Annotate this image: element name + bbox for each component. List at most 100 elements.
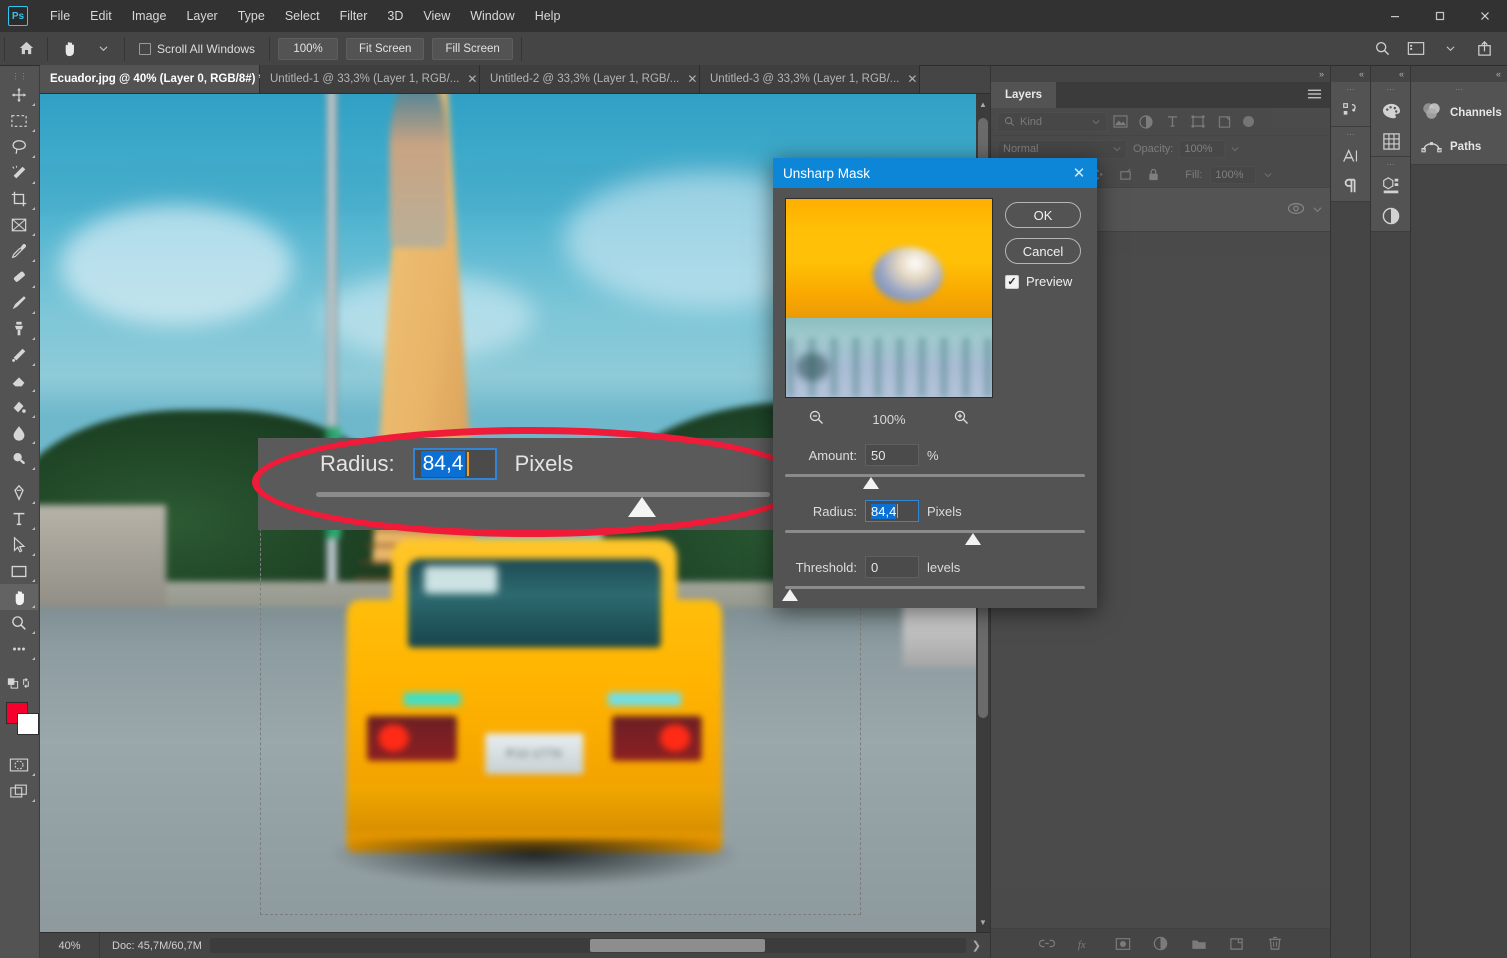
slider-knob[interactable] <box>863 477 879 489</box>
filter-toggle[interactable] <box>1243 116 1254 127</box>
scrollbar-thumb[interactable] <box>590 939 765 952</box>
menu-filter[interactable]: Filter <box>330 0 378 32</box>
ok-button[interactable]: OK <box>1005 202 1081 228</box>
radius-input[interactable]: 84,4 <box>865 500 919 522</box>
rectangular-marquee-tool[interactable] <box>0 108 38 134</box>
minimize-button[interactable] <box>1372 0 1417 32</box>
zoom-tool[interactable] <box>0 610 38 636</box>
blend-mode-select[interactable]: Normal <box>997 140 1127 159</box>
hand-tool[interactable] <box>0 584 38 610</box>
menu-edit[interactable]: Edit <box>80 0 122 32</box>
workspace-chevron-down-icon[interactable] <box>1433 34 1467 64</box>
dock-collapse-icon[interactable]: « <box>1331 66 1370 82</box>
eyedropper-tool[interactable] <box>0 238 38 264</box>
menu-view[interactable]: View <box>413 0 460 32</box>
new-layer-icon[interactable] <box>1227 934 1247 954</box>
menu-help[interactable]: Help <box>525 0 571 32</box>
radius-slider[interactable] <box>785 526 1085 548</box>
menu-select[interactable]: Select <box>275 0 330 32</box>
close-button[interactable] <box>1462 0 1507 32</box>
magic-wand-tool[interactable] <box>0 160 38 186</box>
lock-artboard-icon[interactable] <box>1115 166 1135 184</box>
delete-layer-icon[interactable] <box>1265 934 1285 954</box>
preview-checkbox[interactable]: ✓ Preview <box>1005 274 1085 289</box>
paragraph-icon[interactable] <box>1331 171 1371 201</box>
dock-grip[interactable]: ⋯ <box>1371 82 1410 96</box>
close-tab-icon[interactable]: ✕ <box>687 72 697 86</box>
fit-screen-button[interactable]: Fit Screen <box>346 38 424 60</box>
status-zoom-level[interactable]: 40% <box>40 933 100 958</box>
brush-tool[interactable] <box>0 290 38 316</box>
menu-image[interactable]: Image <box>122 0 177 32</box>
layer-chevron-down-icon[interactable] <box>1313 203 1322 217</box>
dock-grip[interactable]: ⋯ <box>1371 157 1410 171</box>
close-tab-icon[interactable]: ✕ <box>907 72 917 86</box>
scroll-all-windows-checkbox[interactable]: Scroll All Windows <box>129 42 265 56</box>
fill-screen-button[interactable]: Fill Screen <box>432 38 512 60</box>
threshold-slider[interactable] <box>785 582 1085 604</box>
document-tab-untitled-1[interactable]: Untitled-1 @ 33,3% (Layer 1, RGB/... ✕ <box>260 65 480 93</box>
toolbar-grip[interactable]: ⋮⋮ <box>0 70 39 82</box>
eye-icon[interactable] <box>1287 202 1305 218</box>
menu-window[interactable]: Window <box>460 0 524 32</box>
menu-layer[interactable]: Layer <box>176 0 227 32</box>
color-swatches[interactable] <box>0 700 38 744</box>
lock-all-icon[interactable] <box>1143 166 1163 184</box>
zoom-out-icon[interactable] <box>808 409 825 429</box>
color-grid-icon[interactable] <box>1371 126 1411 156</box>
add-layer-style-icon[interactable]: fx <box>1075 934 1095 954</box>
hand-tool-icon[interactable] <box>52 34 86 64</box>
adjustments-icon[interactable] <box>1371 201 1411 231</box>
type-tool[interactable] <box>0 506 38 532</box>
smart-object-filter-icon[interactable] <box>1211 111 1237 133</box>
document-tab-untitled-2[interactable]: Untitled-2 @ 33,3% (Layer 1, RGB/... ✕ <box>480 65 700 93</box>
status-doc-info[interactable]: Doc: 45,7M/60,7M <box>100 940 214 952</box>
zoom-100-button[interactable]: 100% <box>278 38 338 60</box>
home-icon[interactable] <box>9 34 43 64</box>
new-adjustment-layer-icon[interactable] <box>1151 934 1171 954</box>
cancel-button[interactable]: Cancel <box>1005 238 1081 264</box>
scroll-up-icon[interactable]: ▲ <box>976 96 990 112</box>
document-tab-ecuador[interactable]: Ecuador.jpg @ 40% (Layer 0, RGB/8#) * ✕ <box>40 65 260 93</box>
quick-mask-icon[interactable] <box>0 752 38 778</box>
slider-knob[interactable] <box>965 533 981 545</box>
menu-file[interactable]: File <box>40 0 80 32</box>
character-icon[interactable] <box>1331 141 1371 171</box>
slider-knob[interactable] <box>628 497 656 517</box>
dock-item-paths[interactable]: Paths <box>1411 130 1507 164</box>
canvas-horizontal-scrollbar[interactable] <box>210 938 966 953</box>
dialog-preview-thumbnail[interactable] <box>785 198 993 398</box>
dock-item-channels[interactable]: Channels <box>1411 96 1507 130</box>
dock-collapse-icon[interactable]: « <box>1371 66 1410 82</box>
amount-input[interactable]: 50 <box>865 444 919 466</box>
menu-type[interactable]: Type <box>228 0 275 32</box>
move-tool[interactable] <box>0 82 38 108</box>
dock-grip[interactable]: ⋯ <box>1331 82 1370 96</box>
new-group-icon[interactable] <box>1189 934 1209 954</box>
slider-knob[interactable] <box>782 589 798 601</box>
clone-stamp-tool[interactable] <box>0 316 38 342</box>
edit-toolbar-button[interactable] <box>0 636 38 662</box>
swatches-icon[interactable] <box>1371 96 1411 126</box>
spot-healing-brush-tool[interactable] <box>0 264 38 290</box>
status-scroll-right-icon[interactable]: ❯ <box>967 939 986 952</box>
link-layers-icon[interactable] <box>1037 934 1057 954</box>
lasso-tool[interactable] <box>0 134 38 160</box>
background-color-swatch[interactable] <box>17 713 39 735</box>
layer-filter-kind-select[interactable]: Kind <box>997 112 1107 132</box>
3d-icon[interactable] <box>1371 171 1411 201</box>
dock-grip[interactable]: ⋯ <box>1411 82 1507 96</box>
callout-radius-slider[interactable] <box>316 490 770 514</box>
type-filter-icon[interactable] <box>1159 111 1185 133</box>
callout-radius-input[interactable]: 84,4 <box>413 448 497 480</box>
scroll-down-icon[interactable]: ▼ <box>976 914 990 930</box>
rectangle-tool[interactable] <box>0 558 38 584</box>
menu-3d[interactable]: 3D <box>377 0 413 32</box>
close-tab-icon[interactable]: ✕ <box>467 72 477 86</box>
search-icon[interactable] <box>1365 34 1399 64</box>
amount-slider[interactable] <box>785 470 1085 492</box>
workspace-icon[interactable] <box>1399 34 1433 64</box>
eraser-tool[interactable] <box>0 368 38 394</box>
threshold-input[interactable]: 0 <box>865 556 919 578</box>
dialog-title-bar[interactable]: Unsharp Mask ✕ <box>773 158 1097 188</box>
